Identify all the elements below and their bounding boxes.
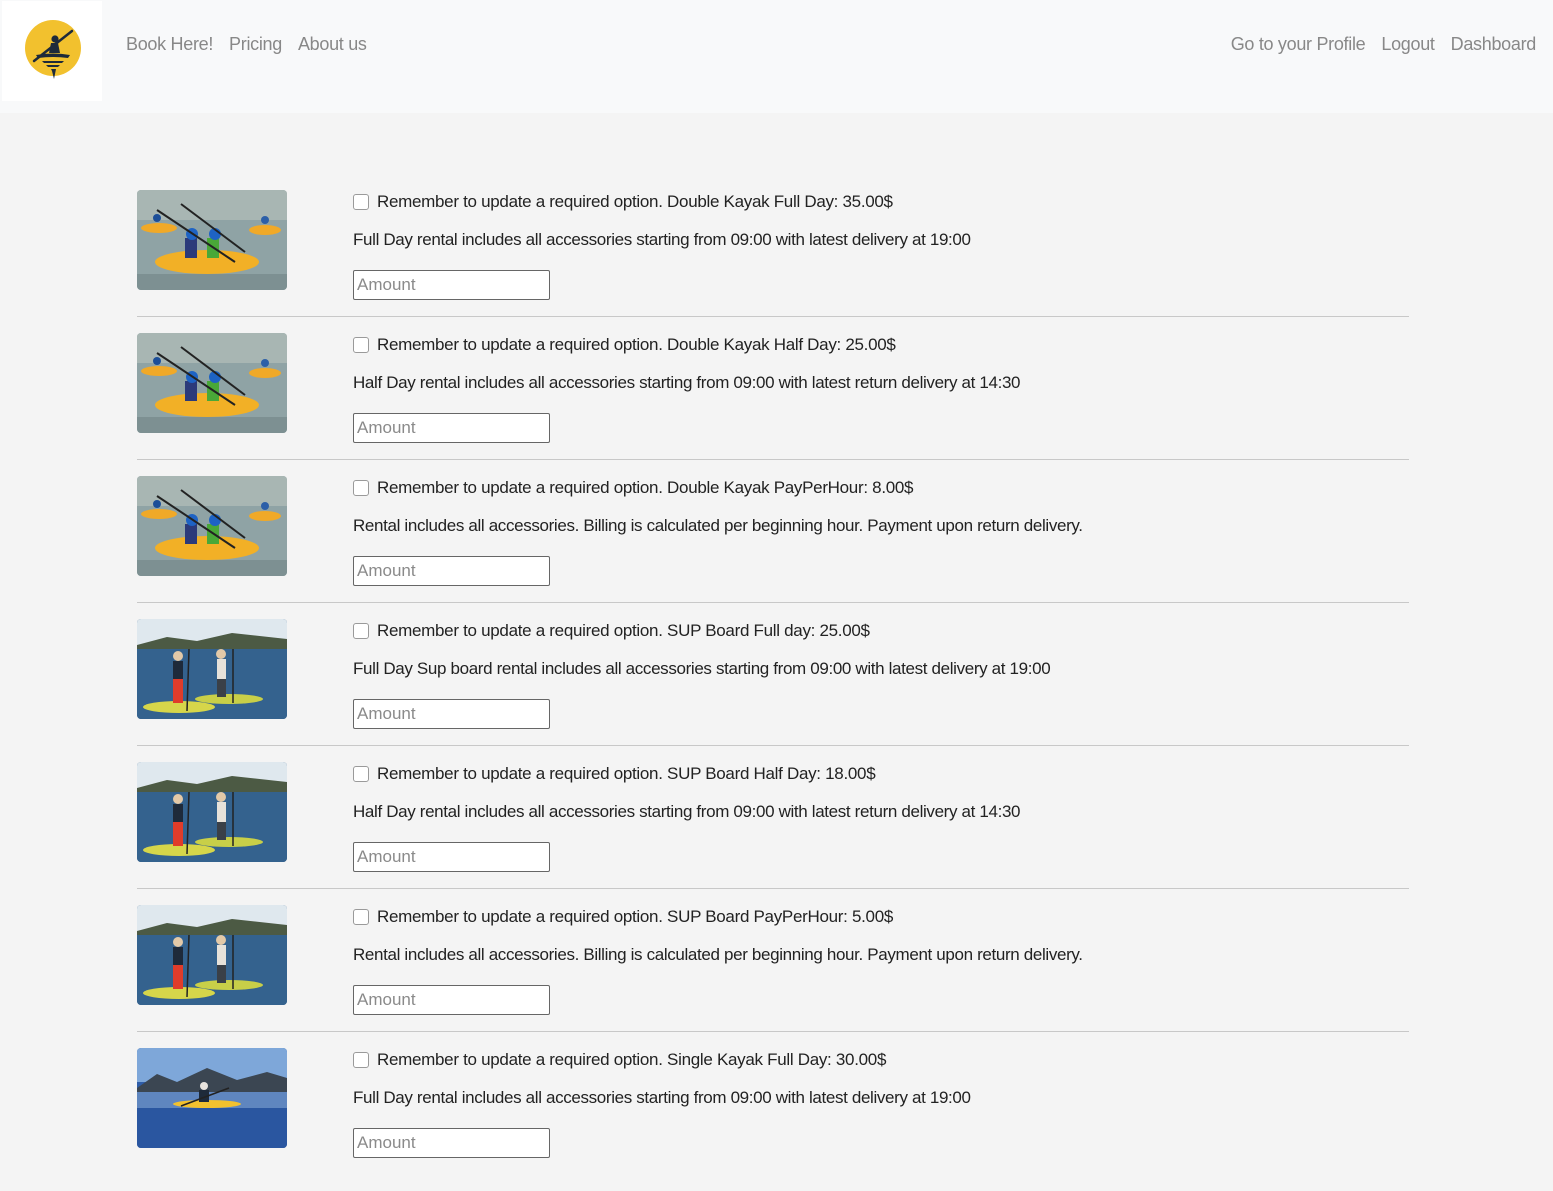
select-checkbox[interactable]	[353, 480, 369, 496]
amount-input[interactable]	[353, 699, 550, 729]
rental-option-description: Full Day rental includes all accessories…	[353, 230, 971, 249]
row-divider	[137, 888, 1409, 889]
rental-option-description: Half Day rental includes all accessories…	[353, 373, 1021, 392]
navbar: Book Here! Pricing About us Go to your P…	[0, 0, 1553, 113]
rental-option-row: Remember to update a required option. Do…	[137, 190, 1409, 333]
select-checkbox[interactable]	[353, 766, 369, 782]
nav-link-dashboard[interactable]: Dashboard	[1451, 34, 1537, 55]
rental-option-row: Remember to update a required option. SU…	[137, 762, 1409, 905]
rental-option-row: Remember to update a required option. SU…	[137, 619, 1409, 762]
rental-option-title: Remember to update a required option. SU…	[377, 621, 870, 640]
rental-option-row: Remember to update a required option. Si…	[137, 1048, 1409, 1191]
row-divider	[137, 602, 1409, 603]
amount-input[interactable]	[353, 270, 550, 300]
double-kayak-photo	[137, 476, 287, 576]
kayaker-logo-icon	[25, 20, 81, 79]
select-checkbox[interactable]	[353, 909, 369, 925]
rental-option-header: Remember to update a required option. Do…	[353, 476, 914, 500]
rental-options-list: Remember to update a required option. Do…	[137, 190, 1409, 1191]
rental-option-row: Remember to update a required option. Do…	[137, 333, 1409, 476]
select-checkbox[interactable]	[353, 194, 369, 210]
rental-option-title: Remember to update a required option. Si…	[377, 1050, 887, 1069]
double-kayak-photo	[137, 333, 287, 433]
rental-option-header: Remember to update a required option. Do…	[353, 333, 896, 357]
nav-right-links: Go to your Profile Logout Dashboard	[1231, 34, 1537, 55]
rental-option-header: Remember to update a required option. SU…	[353, 619, 870, 643]
brand-logo[interactable]	[2, 1, 102, 101]
row-divider	[137, 745, 1409, 746]
rental-option-title: Remember to update a required option. SU…	[377, 907, 894, 926]
amount-input[interactable]	[353, 842, 550, 872]
nav-link-profile[interactable]: Go to your Profile	[1231, 34, 1366, 55]
rental-option-row: Remember to update a required option. Do…	[137, 476, 1409, 619]
double-kayak-photo	[137, 190, 287, 290]
nav-link-about-us[interactable]: About us	[298, 34, 367, 55]
rental-option-description: Full Day Sup board rental includes all a…	[353, 659, 1051, 678]
rental-option-header: Remember to update a required option. Do…	[353, 190, 893, 214]
rental-option-description: Half Day rental includes all accessories…	[353, 802, 1021, 821]
sup-board-photo	[137, 905, 287, 1005]
rental-option-header: Remember to update a required option. SU…	[353, 762, 876, 786]
rental-option-header: Remember to update a required option. SU…	[353, 905, 893, 929]
amount-input[interactable]	[353, 985, 550, 1015]
rental-option-title: Remember to update a required option. SU…	[377, 764, 876, 783]
rental-option-title: Remember to update a required option. Do…	[377, 335, 896, 354]
single-kayak-photo	[137, 1048, 287, 1148]
rental-option-row: Remember to update a required option. SU…	[137, 905, 1409, 1048]
rental-option-header: Remember to update a required option. Si…	[353, 1048, 886, 1072]
row-divider	[137, 1031, 1409, 1032]
sup-board-photo	[137, 619, 287, 719]
rental-option-description: Rental includes all accessories. Billing…	[353, 516, 1083, 535]
rental-option-description: Full Day rental includes all accessories…	[353, 1088, 971, 1107]
nav-link-logout[interactable]: Logout	[1381, 34, 1435, 55]
rental-option-description: Rental includes all accessories. Billing…	[353, 945, 1083, 964]
rental-option-title: Remember to update a required option. Do…	[377, 478, 914, 497]
amount-input[interactable]	[353, 413, 550, 443]
nav-left-links: Book Here! Pricing About us	[126, 34, 367, 55]
nav-link-book-here[interactable]: Book Here!	[126, 34, 213, 55]
row-divider	[137, 459, 1409, 460]
select-checkbox[interactable]	[353, 337, 369, 353]
sup-board-photo	[137, 762, 287, 862]
select-checkbox[interactable]	[353, 623, 369, 639]
rental-option-title: Remember to update a required option. Do…	[377, 192, 893, 211]
select-checkbox[interactable]	[353, 1052, 369, 1068]
row-divider	[137, 316, 1409, 317]
nav-link-pricing[interactable]: Pricing	[229, 34, 282, 55]
amount-input[interactable]	[353, 556, 550, 586]
